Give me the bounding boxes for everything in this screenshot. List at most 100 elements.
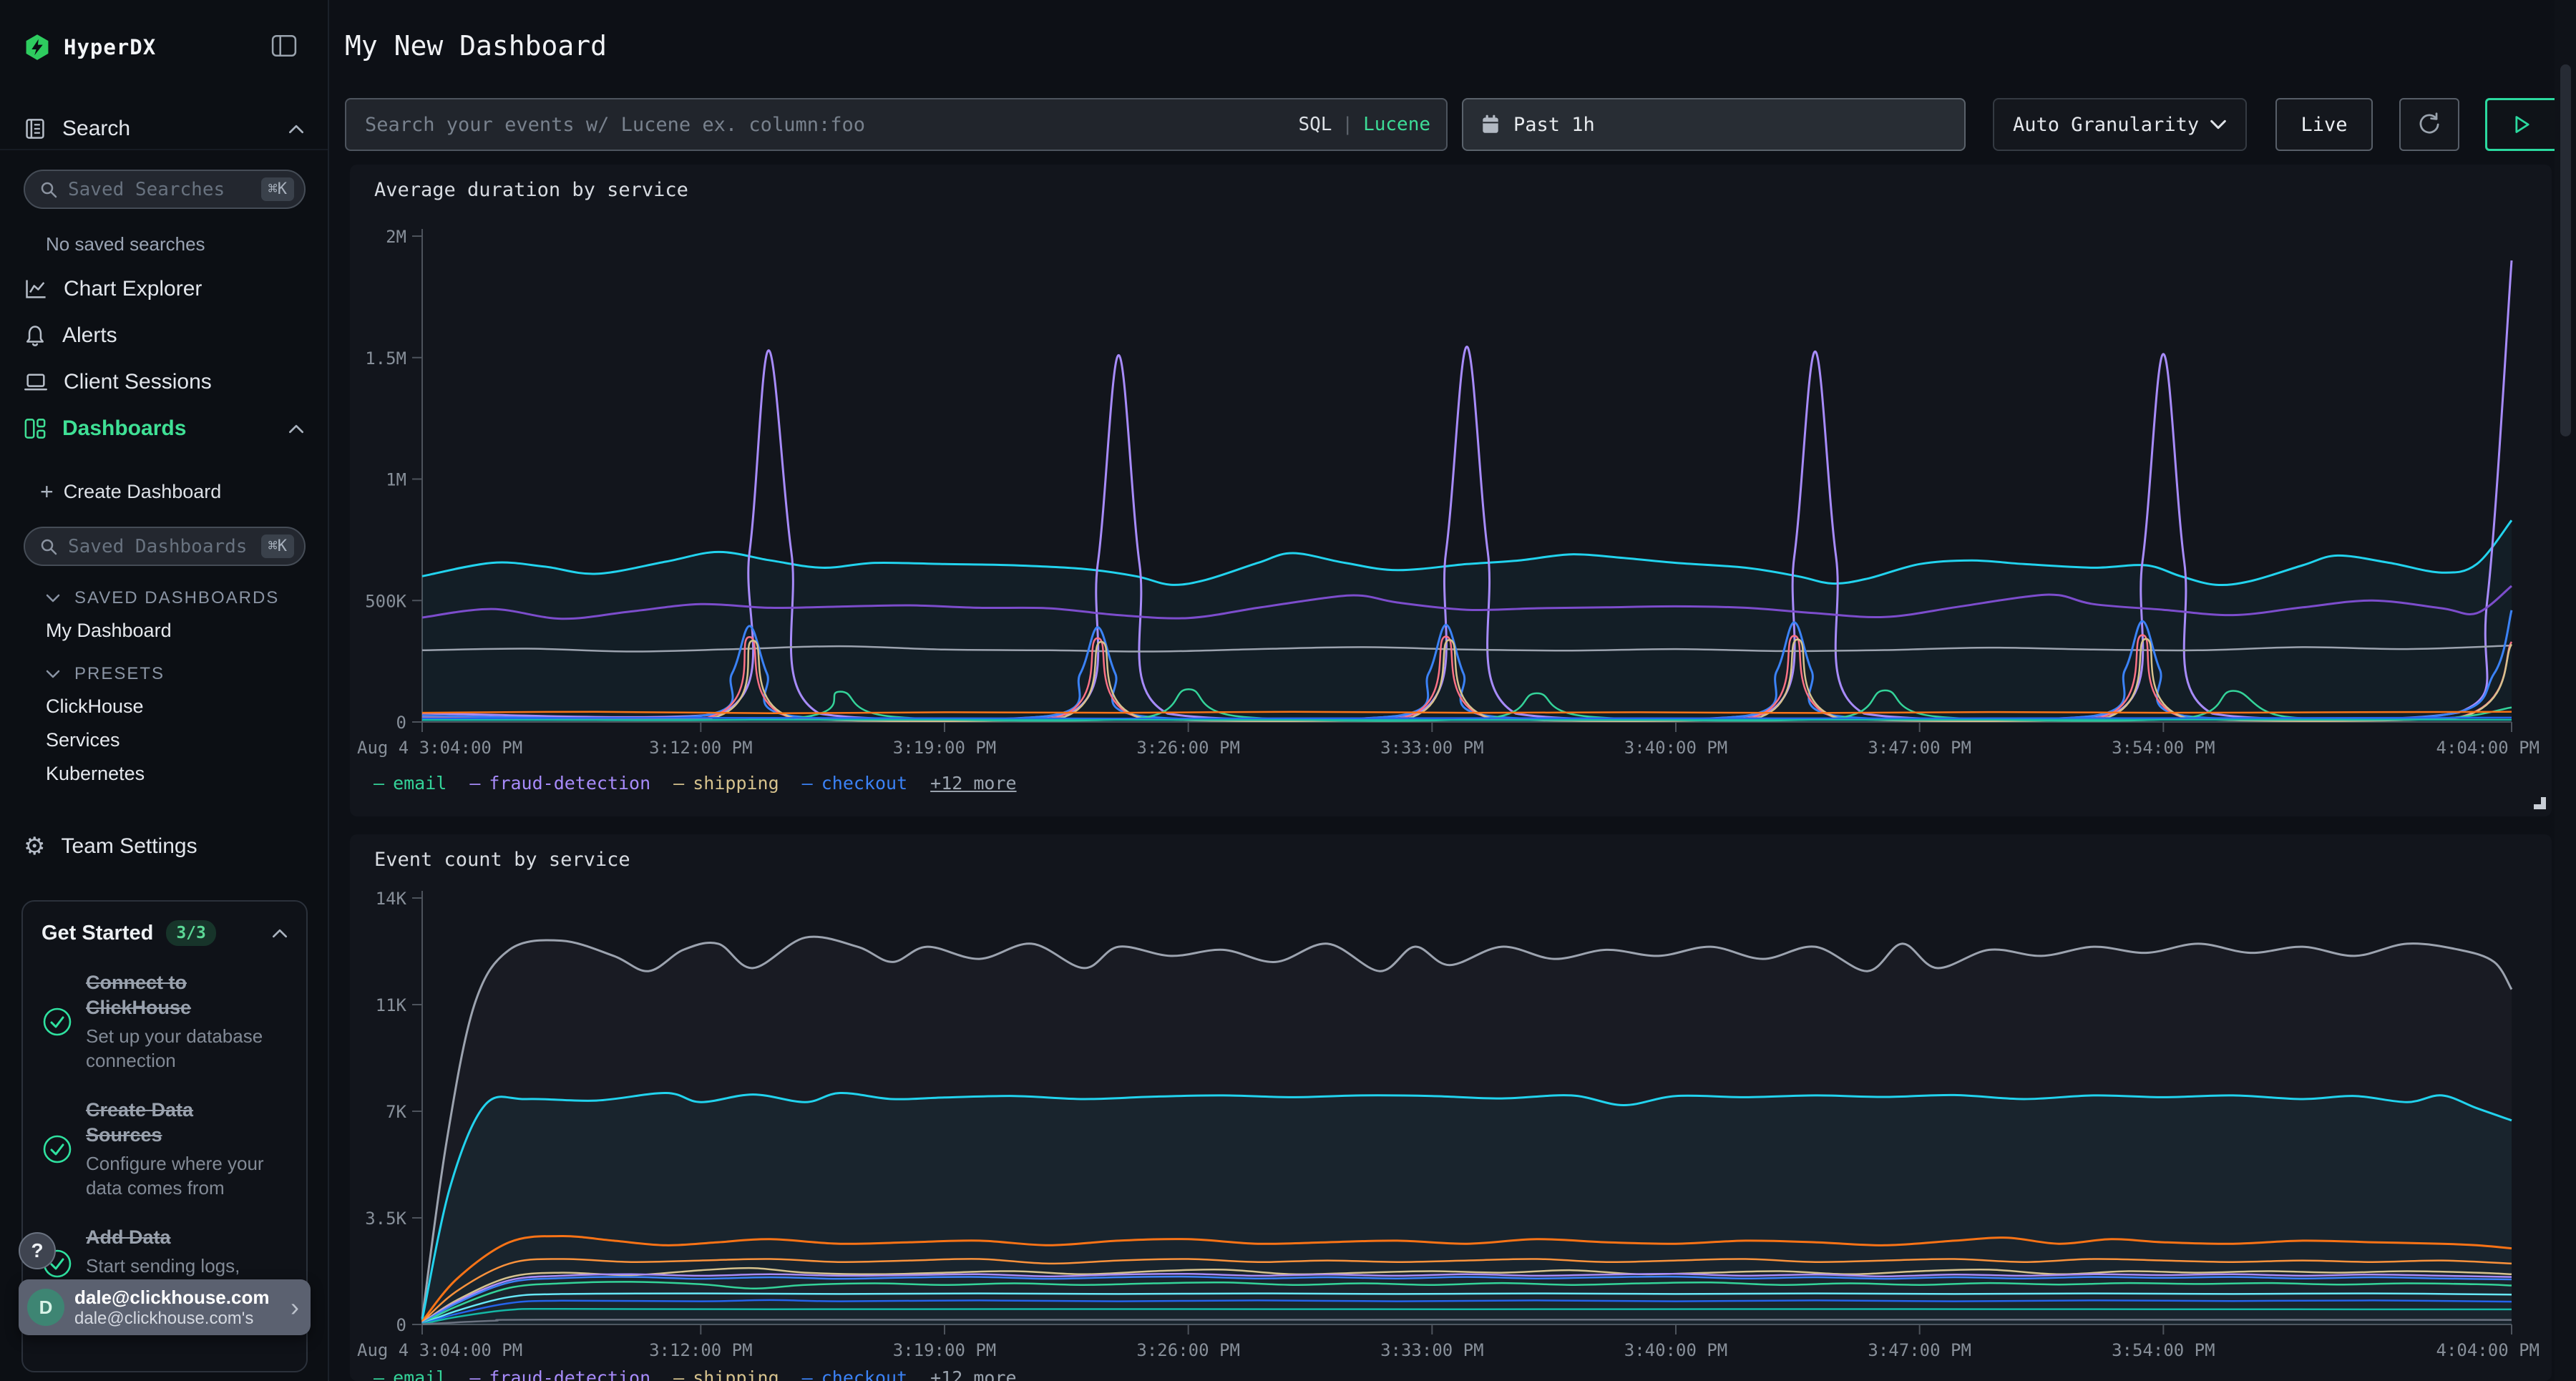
x-tick-label: 3:40:00 PM — [1624, 738, 1728, 758]
sidebar-item-label: Chart Explorer — [64, 277, 202, 301]
user-subtitle: dale@clickhouse.com's — [74, 1309, 291, 1329]
legend-item-email[interactable]: — email — [374, 773, 447, 794]
get-started-header[interactable]: Get Started 3/3 — [42, 920, 288, 946]
y-tick-label: 7K — [386, 1102, 406, 1122]
scrollbar-thumb[interactable] — [2560, 64, 2571, 436]
plus-icon: + — [40, 480, 54, 503]
duration-chart: 2M1.5M1M500K0Aug 4 3:04:00 PM3:12:00 PM3… — [350, 165, 2552, 816]
x-tick-label: 3:12:00 PM — [649, 738, 752, 758]
sidebar-item-dashboards[interactable]: Dashboards — [24, 406, 304, 452]
get-started-item-sources[interactable]: Create Data Sources Configure where your… — [42, 1098, 288, 1201]
legend-label: checkout — [821, 773, 907, 794]
sidebar-item-chart-explorer[interactable]: Chart Explorer — [24, 266, 304, 312]
saved-dashboards-section-header[interactable]: SAVED DASHBOARDS — [46, 588, 279, 608]
series-fill-cyan-count — [422, 1093, 2512, 1324]
sidebar-item-label: Dashboards — [62, 416, 186, 441]
chevron-right-icon: › — [291, 1294, 299, 1320]
sidebar-item-label: Client Sessions — [64, 370, 212, 394]
y-tick-label: 3.5K — [365, 1209, 406, 1229]
legend-item-shipping[interactable]: — shipping — [673, 1367, 779, 1381]
saved-dashboards-input[interactable]: Saved Dashboards ⌘K — [24, 527, 306, 566]
bell-icon — [24, 323, 47, 348]
page-scrollbar — [2555, 0, 2576, 1381]
collapse-sidebar-icon[interactable] — [271, 34, 297, 57]
sidebar-item-my-dashboard[interactable]: My Dashboard — [46, 620, 172, 642]
run-query-button[interactable] — [2485, 98, 2560, 151]
legend-label: checkout — [821, 1367, 907, 1381]
x-tick-label: 3:19:00 PM — [893, 738, 997, 758]
chevron-down-icon — [46, 670, 60, 678]
sql-toggle[interactable]: SQL — [1298, 114, 1332, 135]
refresh-button[interactable] — [2399, 98, 2459, 151]
x-tick-label: 3:12:00 PM — [649, 1340, 752, 1360]
x-tick-label: 4:04:00 PM — [2436, 1340, 2540, 1360]
get-started-item-connect[interactable]: Connect to ClickHouse Set up your databa… — [42, 970, 288, 1073]
y-tick-label: 2M — [386, 227, 406, 247]
x-tick-label: 3:47:00 PM — [1868, 738, 1971, 758]
legend-dash-icon: — — [469, 773, 480, 794]
legend-more-link[interactable]: +12 more — [930, 1367, 1016, 1381]
create-dashboard-button[interactable]: + Create Dashboard — [40, 474, 304, 509]
legend-label: shipping — [693, 1367, 779, 1381]
search-section-header[interactable]: Search — [24, 114, 304, 143]
legend-label: email — [393, 773, 447, 794]
presets-section-header[interactable]: PRESETS — [46, 664, 165, 684]
legend-item-checkout[interactable]: —checkout — [802, 773, 907, 794]
legend-more-link[interactable]: +12 more — [930, 773, 1016, 794]
legend-dash-icon: — — [673, 1367, 684, 1381]
live-button[interactable]: Live — [2275, 98, 2373, 151]
x-tick-label: 4:04:00 PM — [2436, 738, 2540, 758]
calendar-icon — [1480, 114, 1501, 135]
legend-item-fraud-detection[interactable]: —fraud-detection — [469, 773, 650, 794]
legend-item-email[interactable]: —email — [374, 1367, 447, 1381]
duration-chart-panel: Average duration by service 2M1.5M1M500K… — [350, 165, 2552, 816]
legend-item-fraud-detection[interactable]: —fraud-detection — [469, 1367, 650, 1381]
avatar: D — [27, 1289, 64, 1326]
get-started-item-desc: Set up your database connection — [86, 1025, 270, 1073]
legend-label: shipping — [693, 773, 779, 794]
sidebar-item-alerts[interactable]: Alerts — [24, 313, 304, 358]
sidebar-item-team-settings[interactable]: ⚙ Team Settings — [24, 829, 304, 864]
panel-resize-handle[interactable] — [2534, 797, 2546, 809]
sidebar-item-client-sessions[interactable]: Client Sessions — [24, 359, 304, 405]
section-title: SAVED DASHBOARDS — [74, 588, 279, 608]
chevron-down-icon — [2210, 119, 2227, 130]
saved-searches-input[interactable]: Saved Searches ⌘K — [24, 170, 306, 209]
chevron-up-icon — [288, 125, 304, 134]
x-tick-label: 3:47:00 PM — [1868, 1340, 1971, 1360]
search-input[interactable] — [346, 99, 1298, 150]
get-started-item-desc: Configure where your data comes from — [86, 1152, 270, 1201]
check-circle-icon — [42, 1133, 73, 1165]
query-language-toggle: SQL | Lucene — [1298, 114, 1446, 135]
legend-dash-icon: — — [374, 773, 384, 794]
time-range-picker[interactable]: Past 1h — [1462, 98, 1966, 151]
chevron-up-icon — [272, 929, 288, 938]
sidebar-item-label: Team Settings — [61, 834, 197, 859]
chart-legend: —email—fraud-detection—shipping—checkout… — [374, 773, 1017, 794]
y-tick-label: 1M — [386, 470, 406, 490]
granularity-value: Auto Granularity — [2013, 114, 2210, 136]
sidebar-item-services[interactable]: Services — [46, 729, 120, 751]
x-tick-label: Aug 4 3:04:00 PM — [357, 738, 522, 758]
sidebar-item-kubernetes[interactable]: Kubernetes — [46, 763, 145, 785]
user-email: dale@clickhouse.com — [74, 1287, 291, 1309]
legend-label: email — [393, 1367, 447, 1381]
x-tick-label: 3:54:00 PM — [2112, 1340, 2215, 1360]
help-button[interactable]: ? — [19, 1232, 56, 1269]
x-tick-label: 3:33:00 PM — [1380, 1340, 1484, 1360]
saved-searches-placeholder: Saved Searches — [68, 179, 261, 200]
sidebar-item-label: Alerts — [62, 323, 117, 348]
chart-legend: —email —fraud-detection — shipping —checkout… — [374, 1367, 1017, 1381]
y-tick-label: 0 — [396, 1315, 406, 1335]
lucene-toggle[interactable]: Lucene — [1363, 114, 1430, 135]
user-menu[interactable]: D dale@clickhouse.com dale@clickhouse.co… — [19, 1279, 311, 1335]
event-search-bar: SQL | Lucene — [345, 98, 1448, 151]
chevron-up-icon — [288, 424, 304, 434]
granularity-select[interactable]: Auto Granularity — [1993, 98, 2247, 151]
legend-label: fraud-detection — [489, 1367, 650, 1381]
sidebar-item-clickhouse[interactable]: ClickHouse — [46, 696, 144, 718]
x-tick-label: 3:40:00 PM — [1624, 1340, 1728, 1360]
toggle-divider: | — [1342, 114, 1353, 135]
legend-item-shipping[interactable]: —shipping — [673, 773, 779, 794]
legend-item-checkout[interactable]: —checkout — [802, 1367, 907, 1381]
